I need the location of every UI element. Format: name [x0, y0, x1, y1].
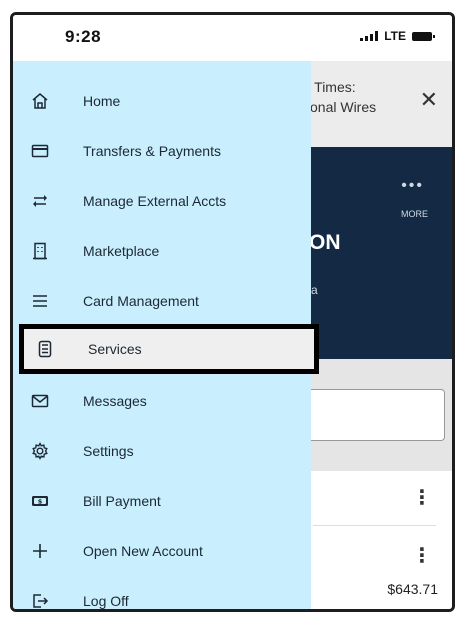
menu-item-marketplace[interactable]: Marketplace	[13, 227, 311, 275]
status-indicators: LTE	[360, 29, 435, 43]
hamburger-lines-icon	[31, 292, 49, 310]
banner-line-1: ff Times:	[303, 79, 356, 95]
menu-label: Bill Payment	[83, 493, 161, 509]
transfer-arrows-icon	[31, 192, 49, 210]
menu-label: Marketplace	[83, 243, 160, 259]
logout-icon	[31, 592, 49, 609]
phone-frame: 9:28 LTE ff Times: tional Wires ✕ ••• MO…	[10, 12, 455, 612]
menu-item-open-new-account[interactable]: Open New Account	[13, 527, 311, 575]
menu-item-bill-payment[interactable]: $ Bill Payment	[13, 477, 311, 525]
svg-text:$: $	[38, 497, 43, 505]
navigation-drawer: Home Transfers & Payments Manage Externa…	[13, 61, 319, 609]
menu-label: Open New Account	[83, 543, 203, 559]
network-label: LTE	[384, 29, 406, 43]
close-icon[interactable]: ✕	[420, 87, 438, 113]
battery-icon	[412, 31, 435, 41]
menu-label: Manage External Accts	[83, 193, 227, 209]
calculator-icon	[36, 340, 54, 358]
menu-item-settings[interactable]: Settings	[13, 427, 311, 475]
menu-label: Services	[88, 341, 142, 357]
banner-line-2: tional Wires	[303, 99, 377, 115]
account-balance: $643.71	[387, 581, 438, 597]
menu-item-log-off[interactable]: Log Off	[13, 577, 311, 609]
menu-label: Messages	[83, 393, 147, 409]
menu-item-home[interactable]: Home	[13, 77, 311, 125]
home-icon	[31, 92, 49, 110]
menu-label: Transfers & Payments	[83, 143, 221, 159]
more-dots-icon[interactable]: •••	[401, 177, 424, 195]
menu-label: Settings	[83, 443, 134, 459]
hero-subtitle: a	[311, 283, 318, 297]
signal-icon	[360, 31, 379, 41]
gear-icon	[31, 442, 49, 460]
building-icon	[31, 242, 49, 260]
kebab-menu-icon[interactable]: ⋮	[412, 485, 432, 510]
kebab-menu-icon[interactable]: ⋮	[412, 543, 432, 568]
menu-item-messages[interactable]: Messages	[13, 377, 311, 425]
menu-label: Log Off	[83, 593, 129, 609]
envelope-icon	[31, 392, 49, 410]
status-time: 9:28	[65, 27, 102, 46]
menu-item-card-management[interactable]: Card Management	[13, 277, 311, 325]
hero-title: ON	[309, 231, 341, 254]
menu-item-services[interactable]: Services	[19, 324, 319, 374]
more-label[interactable]: MORE	[401, 209, 428, 219]
menu-item-manage-external-accts[interactable]: Manage External Accts	[13, 177, 311, 225]
credit-card-icon	[31, 142, 49, 160]
status-bar: 9:28 LTE	[13, 15, 452, 61]
menu-item-transfers-payments[interactable]: Transfers & Payments	[13, 127, 311, 175]
plus-icon	[31, 542, 49, 560]
dollar-bill-icon: $	[31, 492, 49, 510]
menu-label: Home	[83, 93, 121, 109]
menu-label: Card Management	[83, 293, 199, 309]
list-divider	[313, 525, 436, 526]
